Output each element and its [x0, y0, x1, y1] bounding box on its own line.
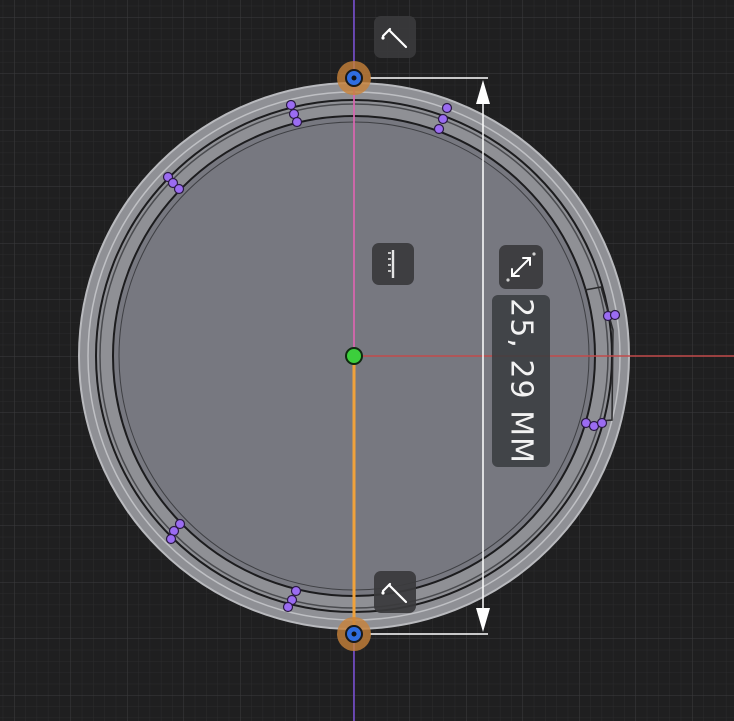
diagonal-constraint-button-bottom[interactable] [374, 571, 416, 613]
top-endpoint[interactable] [337, 61, 371, 95]
diagonal-constraint-icon [381, 27, 408, 49]
origin-point[interactable] [345, 347, 363, 365]
diagonal-constraint-icon [381, 582, 408, 604]
diameter-constraint-button[interactable] [499, 245, 543, 289]
diagonal-constraint-button-top[interactable] [374, 16, 416, 58]
vertical-constraint-button[interactable] [372, 243, 414, 285]
bottom-endpoint-center [351, 631, 357, 637]
bottom-endpoint[interactable] [337, 617, 371, 651]
top-endpoint-center [351, 75, 357, 81]
vertical-constraint-icon [388, 250, 395, 278]
diameter-value-label[interactable]: 25, 29 MM [492, 295, 550, 467]
sketch-canvas[interactable] [0, 0, 734, 721]
constraint-marker[interactable] [602, 309, 621, 322]
diameter-value-text[interactable]: 25, 29 MM [504, 298, 539, 464]
diameter-arrows-icon [506, 252, 536, 282]
